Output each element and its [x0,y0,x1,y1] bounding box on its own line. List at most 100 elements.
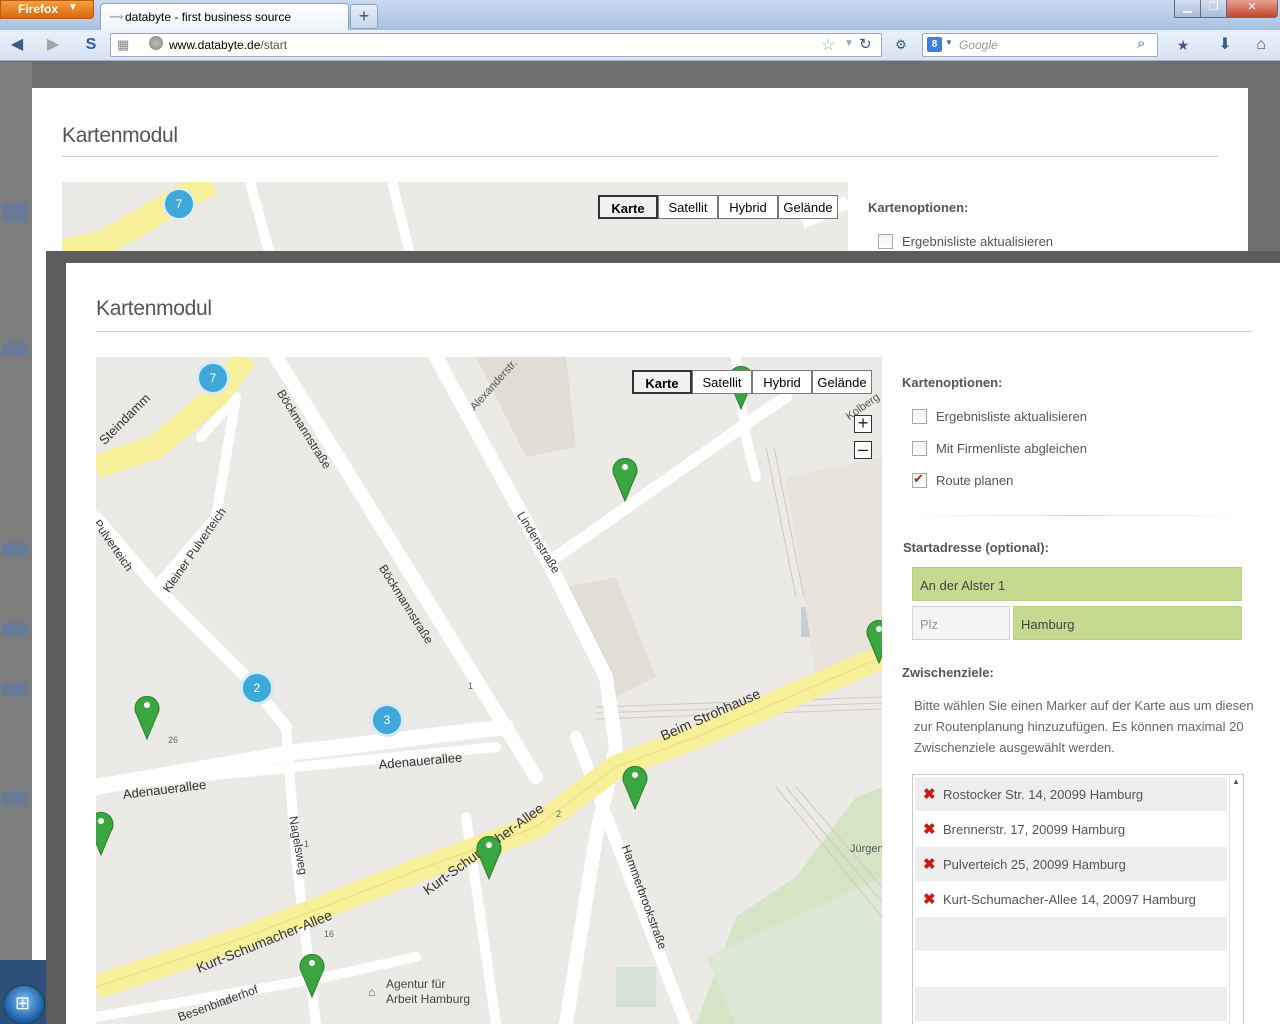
remove-waypoint-icon[interactable]: ✖ [923,855,936,873]
reload-icon[interactable]: ↻ [859,35,872,53]
minimize-button[interactable]: ▁ [1174,0,1201,18]
waypoint-address: Kurt-Schumacher-Allee 14, 20097 Hamburg [943,892,1196,907]
compare-companies-label[interactable]: Mit Firmenliste abgleichen [936,441,1087,456]
house-number: 16 [324,929,335,939]
help-line: zur Routenplanung hinzuzufügen. Es könne… [914,719,1244,734]
empty-waypoint-row [915,952,1227,986]
house-number: 26 [168,735,179,745]
section-divider [906,515,1246,516]
waypoints-list[interactable]: ✖ Rostocker Str. 14, 20099 Hamburg ✖ Bre… [912,774,1244,1024]
plz-input[interactable]: Plz [912,606,1010,640]
waypoint-row[interactable]: ✖ Pulverteich 25, 20099 Hamburg [915,847,1227,881]
map-marker-icon[interactable] [299,949,325,999]
poi-label: Agentur für Arbeit Hamburg [386,977,470,1007]
maptype-hybrid-button[interactable]: Hybrid [752,370,812,394]
map-canvas[interactable] [96,357,882,1024]
map-marker-icon[interactable] [476,831,502,881]
house-number: 2 [556,809,562,819]
map-cluster[interactable]: 2 [240,671,274,705]
dimmed-list-icon [2,682,28,696]
bookmark-star-icon[interactable]: ☆ [821,35,835,55]
dimmed-list-icon [2,542,28,556]
map-options-heading: Kartenoptionen: [902,375,1003,390]
addon-icon[interactable]: ⚙ [890,34,912,56]
map-cluster[interactable]: 7 [196,361,230,395]
home-icon[interactable]: ⌂ [1250,34,1272,56]
maptype-satellit: Satellit [658,195,718,219]
engine-dropdown-icon[interactable]: ▼ [945,38,953,47]
scroll-up-icon[interactable]: ▲ [1232,777,1240,786]
compare-companies-checkbox[interactable] [912,441,927,456]
map-marker-icon[interactable] [866,615,882,665]
search-engine-icon[interactable]: 8 [927,37,942,52]
waypoint-row[interactable]: ✖ Brennerstr. 17, 20099 Hamburg [915,812,1227,846]
maximize-button[interactable]: ❐ [1200,0,1227,18]
remove-waypoint-icon[interactable]: ✖ [923,820,936,838]
addon-s-icon[interactable]: S [80,34,102,56]
background-options-heading: Kartenoptionen: [868,200,969,215]
help-line: Bitte wählen Sie einen Marker auf der Ka… [914,698,1254,713]
update-results-label[interactable]: Ergebnisliste aktualisieren [936,409,1087,424]
start-address-heading: Startadresse (optional): [903,540,1049,555]
firefox-menu-button[interactable]: Firefox ▼ [0,0,94,19]
house-number: 37 [220,997,231,1007]
map-marker-icon[interactable] [622,761,648,811]
new-tab-button[interactable]: + [350,4,378,29]
tab-title: databyte - first business source [125,10,292,24]
close-window-button[interactable]: ✕ [1226,0,1278,18]
poi-building-icon: ⌂ [368,985,376,999]
maptype-satellit-button[interactable]: Satellit [692,370,752,394]
dimmed-list-icon [2,792,28,806]
windows-start-button[interactable]: ⊞ [4,986,44,1024]
street-input[interactable]: An der Alster 1 [912,567,1242,601]
site-identity-icon[interactable] [149,36,163,50]
dimmed-logo-icon [2,202,28,222]
zoom-in-button[interactable]: + [854,414,872,433]
maptype-karte-button[interactable]: Karte [632,370,692,394]
remove-waypoint-icon[interactable]: ✖ [923,890,936,908]
history-dropdown-icon[interactable]: ▼ [844,38,854,49]
map-module-content: Kartenmodul Steindamm Pulverteich Kleine… [66,263,1280,1024]
map-marker-icon[interactable] [134,691,160,741]
navigation-toolbar: ◀ ▶ S ▦ www.databyte.de/start ☆ ▼ ↻ ⚙ 8 … [0,30,1280,61]
update-results-checkbox[interactable] [912,409,927,424]
poi-label-line: Agentur für [386,977,446,991]
waypoints-heading: Zwischenziele: [902,665,994,680]
waypoint-address: Brennerstr. 17, 20099 Hamburg [943,822,1126,837]
chevron-down-icon: ▼ [68,2,78,13]
waypoint-address: Pulverteich 25, 20099 Hamburg [943,857,1126,872]
plan-route-checkbox[interactable] [912,471,927,488]
map-marker-icon[interactable] [96,807,114,857]
help-line: Zwischenziele ausgewählt werden. [914,740,1115,755]
zoom-out-button[interactable]: – [854,440,872,459]
list-scrollbar[interactable]: ▲ [1229,775,1243,1024]
url-text[interactable]: www.databyte.de/start [169,38,287,52]
remove-waypoint-icon[interactable]: ✖ [923,785,936,803]
map-view[interactable]: Steindamm Pulverteich Kleiner Pulverteic… [96,357,882,1024]
search-placeholder: Google [959,38,998,52]
background-map: 7 Karte Satellit Hybrid Gelände [62,182,848,262]
search-icon[interactable]: ⌕ [1137,35,1145,52]
maptype-gelaende-button[interactable]: Gelände [812,370,872,394]
dialog-title: Kartenmodul [96,297,212,320]
tab-groups-icon[interactable]: ▦ [117,37,129,53]
waypoint-row[interactable]: ✖ Rostocker Str. 14, 20099 Hamburg [915,777,1227,811]
plan-route-label[interactable]: Route planen [936,473,1013,488]
search-bar[interactable]: 8 ▼ Google ⌕ [922,33,1158,57]
back-arrow-icon[interactable]: ◀ [6,34,28,56]
browser-tab[interactable]: ⟿ databyte - first business source [100,3,349,31]
downloads-icon[interactable]: ⬇ [1214,34,1236,56]
waypoint-row[interactable]: ✖ Kurt-Schumacher-Allee 14, 20097 Hambur… [915,882,1227,916]
city-input[interactable]: Hamburg [1013,606,1242,640]
background-option-label: Ergebnisliste aktualisieren [902,234,1054,249]
map-cluster[interactable]: 3 [370,703,404,737]
dimmed-list-icon [2,622,28,636]
map-cluster: 7 [163,188,195,220]
address-bar[interactable]: ▦ www.databyte.de/start ☆ ▼ ↻ [110,33,882,57]
map-marker-icon[interactable] [612,453,638,503]
forward-arrow-icon[interactable]: ▶ [42,34,64,56]
waypoints-help-text: Bitte wählen Sie einen Marker auf der Ka… [914,695,1254,758]
bookmarks-menu-icon[interactable]: ★ [1172,34,1194,56]
title-divider [96,331,1252,332]
window-controls: ▁ ❐ ✕ [1174,0,1278,18]
